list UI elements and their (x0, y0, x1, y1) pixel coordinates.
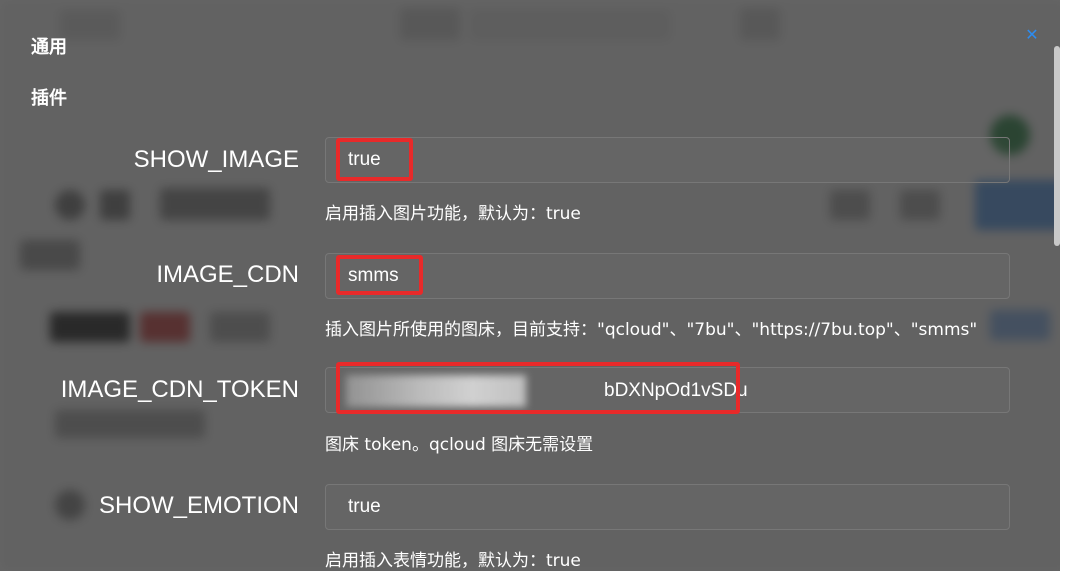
setting-desc-image-cdn: 插入图片所使用的图床，目前支持："qcloud"、"7bu"、"https://… (325, 320, 978, 340)
scrollbar-thumb[interactable] (1054, 46, 1060, 246)
setting-label-show-image: SHOW_IMAGE (133, 146, 299, 173)
setting-label-show-emotion: SHOW_EMOTION (98, 492, 299, 519)
setting-label-image-cdn: IMAGE_CDN (156, 261, 299, 288)
close-icon[interactable]: ✕ (1024, 28, 1040, 44)
highlight-box-image-cdn (336, 255, 423, 295)
page-edge (1060, 0, 1065, 571)
section-title-general: 通用 (31, 37, 67, 58)
setting-label-image-cdn-token: IMAGE_CDN_TOKEN (60, 376, 299, 403)
setting-desc-show-image: 启用插入图片功能，默认为：true (325, 204, 581, 224)
setting-input-show-emotion[interactable] (325, 484, 1010, 530)
setting-value-show-emotion: true (348, 496, 381, 517)
setting-input-image-cdn[interactable] (325, 253, 1010, 299)
section-title-plugins: 插件 (31, 88, 67, 109)
highlight-box-show-image (336, 138, 413, 181)
highlight-box-image-cdn-token (336, 362, 740, 414)
setting-desc-image-cdn-token: 图床 token。qcloud 图床无需设置 (325, 435, 594, 455)
setting-input-show-image[interactable] (325, 137, 1010, 183)
setting-desc-show-emotion: 启用插入表情功能，默认为：true (325, 551, 581, 571)
screen: ✕ 通用 插件 SHOW_IMAGE true 启用插入图片功能，默认为：tru… (0, 0, 1065, 571)
